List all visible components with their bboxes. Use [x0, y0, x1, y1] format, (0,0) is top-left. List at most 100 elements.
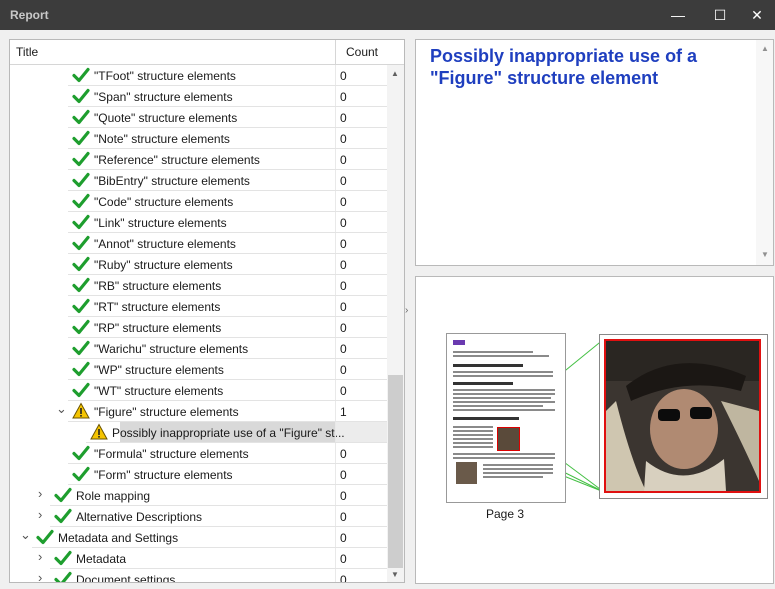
- tree-row[interactable]: "WT" structure elements 0: [10, 380, 387, 401]
- tree-row-label: "Figure" structure elements: [94, 405, 239, 419]
- check-icon: [72, 381, 90, 399]
- chevron-down-icon[interactable]: ⌄: [56, 401, 67, 417]
- tree-row[interactable]: "RP" structure elements 0: [10, 317, 387, 338]
- column-count[interactable]: Count: [335, 40, 388, 64]
- tree-row-label: "Warichu" structure elements: [94, 342, 249, 356]
- tree-row-label: Metadata and Settings: [58, 531, 179, 545]
- tree-row-label: "Code" structure elements: [94, 195, 234, 209]
- tree-row[interactable]: "Note" structure elements 0: [10, 128, 387, 149]
- tree-row[interactable]: "Link" structure elements 0: [10, 212, 387, 233]
- tree-row[interactable]: ⌄ "Figure" structure elements 1: [10, 401, 387, 422]
- tree-row-count: 0: [340, 258, 347, 272]
- minimize-icon[interactable]: —: [655, 0, 701, 30]
- tree-row[interactable]: › Role mapping 0: [10, 485, 387, 506]
- tree-row[interactable]: "Annot" structure elements 0: [10, 233, 387, 254]
- highlighted-figure-thumbnail[interactable]: [497, 427, 520, 451]
- tree-row[interactable]: ⌄ Metadata and Settings 0: [10, 527, 387, 548]
- chevron-right-icon[interactable]: ›: [38, 507, 42, 522]
- description-heading: Possibly inappropriate use of a "Figure"…: [430, 46, 698, 88]
- page-thumbnail[interactable]: [446, 333, 566, 503]
- tree-row-label: "Formula" structure elements: [94, 447, 249, 461]
- tree-row-count: 0: [340, 174, 347, 188]
- tree-row-count: 1: [340, 405, 347, 419]
- tree-row[interactable]: "TFoot" structure elements 0: [10, 65, 387, 86]
- tree-row-count: 0: [340, 237, 347, 251]
- check-icon: [72, 297, 90, 315]
- check-icon: [72, 465, 90, 483]
- check-icon: [72, 234, 90, 252]
- scroll-down-icon[interactable]: ▼: [761, 250, 769, 259]
- tree-row[interactable]: "Span" structure elements 0: [10, 86, 387, 107]
- report-tree[interactable]: Title Count "TFoot" structure elements 0 "…: [9, 39, 405, 583]
- tree-row-count: 0: [340, 69, 347, 83]
- check-icon: [72, 171, 90, 189]
- tree-row-count: 0: [340, 510, 347, 524]
- tree-row[interactable]: "Warichu" structure elements 0: [10, 338, 387, 359]
- tree-row-count: 0: [340, 90, 347, 104]
- tree-row[interactable]: "Form" structure elements 0: [10, 464, 387, 485]
- preview-panel: Page 3: [415, 276, 774, 584]
- tree-row[interactable]: "Reference" structure elements 0: [10, 149, 387, 170]
- check-icon: [72, 276, 90, 294]
- tree-row[interactable]: › Alternative Descriptions 0: [10, 506, 387, 527]
- scroll-up-icon[interactable]: ▲: [761, 44, 769, 53]
- scroll-up-icon[interactable]: ▲: [391, 69, 399, 78]
- tree-row[interactable]: "Formula" structure elements 0: [10, 443, 387, 464]
- tree-row-label: "Link" structure elements: [94, 216, 227, 230]
- tree-row-count: 0: [340, 468, 347, 482]
- chevron-right-icon[interactable]: ›: [38, 570, 42, 582]
- tree-row[interactable]: "Code" structure elements 0: [10, 191, 387, 212]
- tree-row-label: "TFoot" structure elements: [94, 69, 236, 83]
- check-icon: [54, 570, 72, 582]
- check-icon: [72, 108, 90, 126]
- tree-row-count: 0: [340, 342, 347, 356]
- tree-row[interactable]: "WP" structure elements 0: [10, 359, 387, 380]
- tree-row-count: 0: [340, 321, 347, 335]
- tree-row-count: 0: [340, 384, 347, 398]
- tree-header: Title Count: [10, 40, 404, 65]
- maximize-icon[interactable]: ☐: [697, 0, 743, 30]
- tree-row-label: Possibly inappropriate use of a "Figure"…: [112, 426, 345, 440]
- chevron-right-icon[interactable]: ›: [38, 486, 42, 501]
- tree-row[interactable]: "RB" structure elements 0: [10, 275, 387, 296]
- check-icon: [54, 507, 72, 525]
- splitter-arrow-icon[interactable]: ›: [405, 305, 408, 316]
- tree-row[interactable]: › Document settings 0: [10, 569, 387, 583]
- tree-scrollbar[interactable]: ▲ ▼: [387, 65, 404, 582]
- description-scrollbar[interactable]: ▲ ▼: [756, 40, 773, 265]
- tree-row-label: "Reference" structure elements: [94, 153, 260, 167]
- column-title[interactable]: Title: [16, 45, 38, 59]
- window-titlebar: Report — ☐ ✕: [0, 0, 775, 30]
- tree-row-label: Alternative Descriptions: [76, 510, 203, 524]
- tree-row[interactable]: Possibly inappropriate use of a "Figure"…: [10, 422, 387, 443]
- tree-row-label: "Form" structure elements: [94, 468, 233, 482]
- tree-row-count: 0: [340, 447, 347, 461]
- check-icon: [72, 87, 90, 105]
- tree-row-label: Document settings: [76, 573, 176, 583]
- tree-row-label: "Quote" structure elements: [94, 111, 238, 125]
- page-caption: Page 3: [486, 507, 525, 521]
- page-logo: [453, 340, 465, 345]
- check-icon: [72, 150, 90, 168]
- tree-row-label: "WP" structure elements: [94, 363, 224, 377]
- tree-row[interactable]: "Quote" structure elements 0: [10, 107, 387, 128]
- check-icon: [72, 255, 90, 273]
- chevron-down-icon[interactable]: ⌄: [20, 527, 31, 543]
- scroll-thumb[interactable]: [388, 375, 403, 568]
- tree-row[interactable]: "RT" structure elements 0: [10, 296, 387, 317]
- close-icon[interactable]: ✕: [739, 0, 775, 30]
- chevron-right-icon[interactable]: ›: [38, 549, 42, 564]
- tree-row-label: Metadata: [76, 552, 127, 566]
- scroll-down-icon[interactable]: ▼: [391, 570, 399, 579]
- tree-row-count: 0: [340, 531, 347, 545]
- tree-row-label: "Note" structure elements: [94, 132, 230, 146]
- tree-row-count: 0: [340, 195, 347, 209]
- tree-row[interactable]: › Metadata 0: [10, 548, 387, 569]
- tree-row[interactable]: "BibEntry" structure elements 0: [10, 170, 387, 191]
- warning-icon: [72, 402, 90, 420]
- tree-row-label: "Span" structure elements: [94, 90, 233, 104]
- tree-row[interactable]: "Ruby" structure elements 0: [10, 254, 387, 275]
- tree-row-count: 0: [340, 489, 347, 503]
- warning-icon: [90, 423, 108, 441]
- check-icon: [72, 318, 90, 336]
